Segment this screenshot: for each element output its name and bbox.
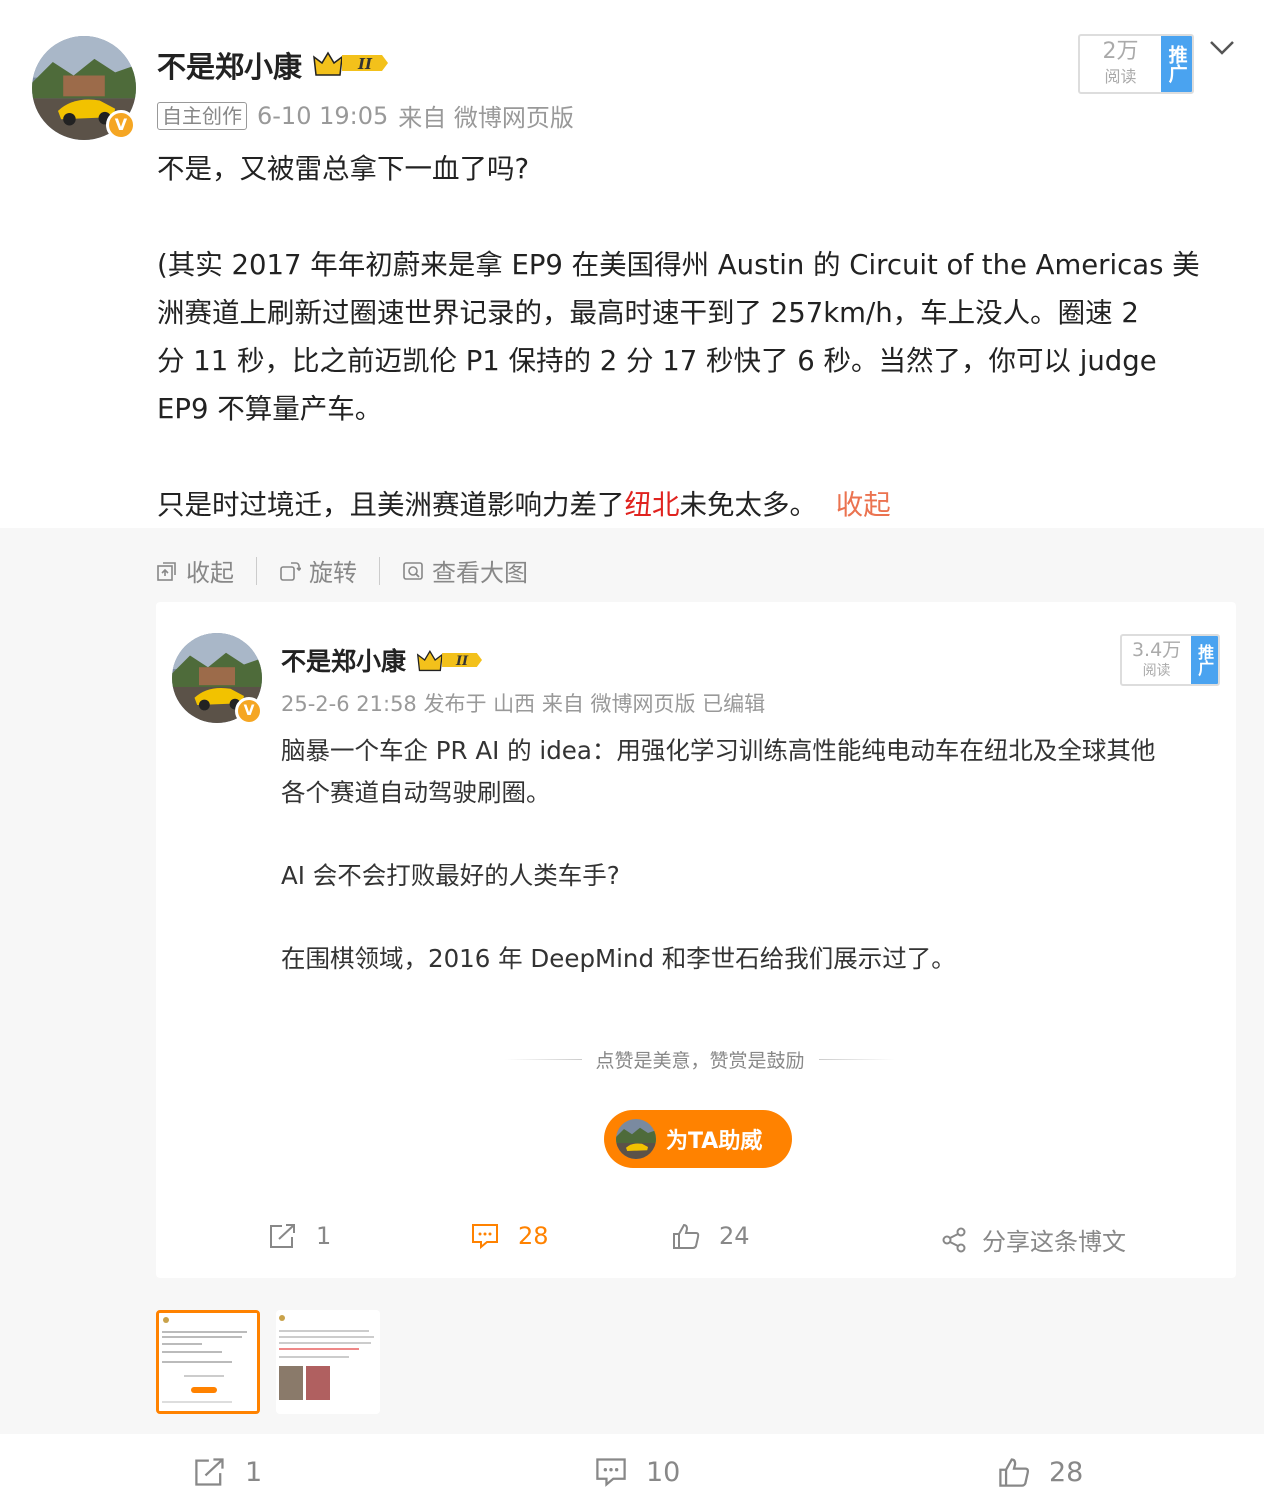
reads-promo-box[interactable]: 2万 阅读 推广 bbox=[1078, 34, 1194, 94]
image-toolbar: 收起 旋转 查看大图 bbox=[156, 553, 528, 588]
thumbnail-2[interactable] bbox=[276, 1310, 380, 1414]
reward-divider-text: 点赞是美意，赞赏是鼓励 bbox=[595, 1050, 805, 1072]
card-repost-count: 1 bbox=[316, 1222, 332, 1250]
support-button-label: 为TA助威 bbox=[666, 1129, 763, 1154]
card-like-action: 24 bbox=[671, 1222, 750, 1250]
support-avatar bbox=[616, 1119, 656, 1159]
card-text-line-4: 在围棋领域，2016 年 DeepMind 和李世石给我们展示过了。 bbox=[281, 944, 956, 973]
card-verified-v-icon: V bbox=[235, 697, 263, 725]
repost-icon bbox=[270, 1224, 295, 1248]
card-post-meta: 25-2-6 21:58 发布于 山西 来自 微博网页版 已编辑 bbox=[281, 692, 766, 716]
rotate-icon bbox=[280, 561, 301, 581]
card-promote-label: 推广 bbox=[1191, 636, 1218, 684]
post-paragraph-1: 不是，又被雷总拿下一血了吗? bbox=[157, 153, 530, 185]
card-text-line-3: AI 会不会打败最好的人类车手? bbox=[281, 861, 620, 890]
paragraph-3-end: 未免太多。 bbox=[679, 489, 818, 521]
card-text-line-1: 脑暴一个车企 PR AI 的 idea：用强化学习训练高性能纯电动车在纽北及全球… bbox=[281, 736, 1156, 765]
card-member-level-badge-icon: II bbox=[416, 650, 482, 672]
collapse-image-button[interactable]: 收起 bbox=[156, 553, 234, 588]
card-reads-count: 3.4万 bbox=[1131, 639, 1182, 661]
post-paragraph-2-line-4: EP9 不算量产车。 bbox=[157, 393, 383, 425]
paragraph-3-text: 只是时过境迁，且美洲赛道影响力差了 bbox=[157, 489, 625, 521]
reads-count: 2万 bbox=[1102, 39, 1139, 64]
collapse-label: 收起 bbox=[186, 559, 234, 587]
card-reads-label: 阅读 bbox=[1142, 663, 1171, 679]
promote-button[interactable]: 推广 bbox=[1161, 36, 1192, 92]
chevron-down-icon[interactable] bbox=[1209, 38, 1235, 58]
post-source: 来自 微博网页版 bbox=[398, 104, 574, 132]
share-icon bbox=[942, 1227, 966, 1252]
card-comment-action: 28 bbox=[470, 1222, 549, 1250]
support-button: 为TA助威 bbox=[604, 1110, 792, 1168]
weibo-post: V 不是郑小康 II 自主创作 6-10 19:05 来自 微博网页版 2万 阅… bbox=[0, 0, 1264, 1510]
toolbar-divider bbox=[379, 556, 380, 585]
rotate-label: 旋转 bbox=[309, 559, 357, 587]
original-tag: 自主创作 bbox=[157, 101, 247, 130]
card-like-count: 24 bbox=[719, 1222, 750, 1250]
highlight-nurburgring: 纽北 bbox=[624, 489, 680, 521]
collapse-text-link[interactable]: 收起 bbox=[836, 489, 891, 521]
card-share-action: 分享这条博文 bbox=[940, 1222, 1126, 1257]
comment-button[interactable]: 10 bbox=[594, 1456, 680, 1488]
card-text-line-2: 各个赛道自动驾驶刷圈。 bbox=[281, 778, 551, 807]
view-large-icon bbox=[403, 561, 423, 580]
svg-text:II: II bbox=[357, 55, 373, 73]
card-comment-count: 28 bbox=[518, 1222, 549, 1250]
repost-button[interactable]: 1 bbox=[193, 1456, 262, 1488]
svg-text:II: II bbox=[455, 654, 469, 669]
post-paragraph-3: 只是时过境迁，且美洲赛道影响力差了纽北未免太多。 收起 bbox=[157, 481, 891, 529]
collapse-icon bbox=[157, 561, 176, 581]
post-paragraph-2-line-3: 分 11 秒，比之前迈凯伦 P1 保持的 2 分 17 秒快了 6 秒。当然了，… bbox=[157, 345, 1157, 377]
reads-label: 阅读 bbox=[1104, 67, 1137, 86]
like-count: 28 bbox=[1049, 1456, 1084, 1488]
reward-divider: 点赞是美意，赞赏是鼓励 bbox=[505, 1046, 896, 1073]
author-name[interactable]: 不是郑小康 bbox=[157, 44, 302, 86]
like-icon bbox=[999, 1458, 1030, 1487]
post-timestamp[interactable]: 6-10 19:05 bbox=[257, 102, 388, 130]
repost-count: 1 bbox=[245, 1456, 263, 1488]
card-repost-action: 1 bbox=[268, 1222, 331, 1250]
toolbar-divider bbox=[256, 556, 257, 585]
rotate-image-button[interactable]: 旋转 bbox=[279, 553, 357, 588]
repost-icon bbox=[195, 1458, 224, 1486]
card-author-name: 不是郑小康 bbox=[281, 647, 407, 676]
divider-line-left bbox=[505, 1059, 582, 1060]
view-large-label: 查看大图 bbox=[432, 559, 528, 587]
divider-line-right bbox=[818, 1059, 896, 1060]
thumbnail-preview-1 bbox=[159, 1313, 257, 1411]
comment-icon bbox=[472, 1224, 498, 1250]
comment-count: 10 bbox=[646, 1456, 681, 1488]
thumbnail-preview-2 bbox=[276, 1310, 380, 1414]
card-share-label: 分享这条博文 bbox=[982, 1228, 1126, 1256]
post-paragraph-2-line-1: (其实 2017 年年初蔚来是拿 EP9 在美国得州 Austin 的 Circ… bbox=[157, 249, 1200, 281]
card-action-bar: 1 28 24 分享这条博文 bbox=[156, 1222, 1236, 1262]
member-level-badge-icon: II bbox=[313, 51, 388, 76]
thumbnail-1-selected[interactable] bbox=[156, 1310, 260, 1414]
comment-icon bbox=[596, 1458, 626, 1487]
view-large-image-button[interactable]: 查看大图 bbox=[402, 553, 528, 588]
post-meta: 自主创作 6-10 19:05 来自 微博网页版 bbox=[157, 98, 574, 133]
card-reads-promo-box: 3.4万 阅读 推广 bbox=[1120, 634, 1220, 686]
verified-v-icon: V bbox=[106, 110, 136, 140]
like-icon bbox=[673, 1223, 700, 1249]
like-button[interactable]: 28 bbox=[997, 1456, 1083, 1488]
post-paragraph-2-line-2: 洲赛道上刷新过圈速世界记录的，最高时速干到了 257km/h，车上没人。圈速 2 bbox=[157, 297, 1139, 329]
